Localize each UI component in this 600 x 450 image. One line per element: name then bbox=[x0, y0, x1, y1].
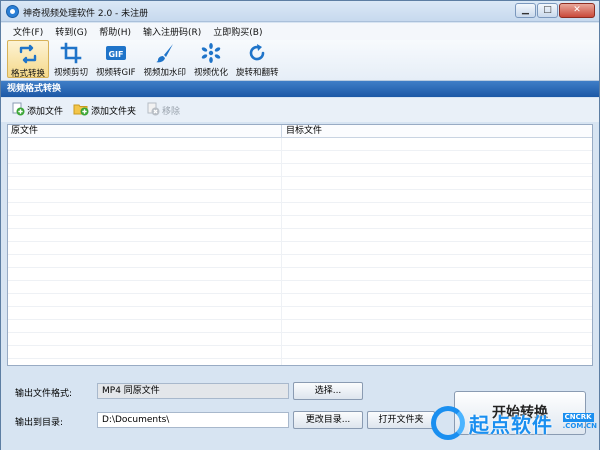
table-row bbox=[8, 359, 592, 365]
add-folder-icon bbox=[73, 102, 89, 119]
table-row bbox=[8, 190, 592, 203]
tool-video-to-gif[interactable]: GIF 视频转GIF bbox=[93, 40, 138, 78]
tool-label: 视频加水印 bbox=[143, 68, 187, 78]
file-actions-bar: 添加文件 添加文件夹 移除 bbox=[1, 98, 599, 122]
window-title: 神奇视频处理软件 2.0 - 未注册 bbox=[23, 9, 149, 19]
table-header: 原文件 目标文件 bbox=[8, 125, 592, 138]
table-row bbox=[8, 177, 592, 190]
app-logo-icon bbox=[6, 5, 19, 18]
close-button[interactable]: ✕ bbox=[559, 3, 595, 18]
tool-label: 视频剪切 bbox=[54, 68, 89, 78]
table-row bbox=[8, 151, 592, 164]
minimize-button[interactable]: ▁ bbox=[515, 3, 536, 18]
output-dir-input[interactable]: D:\Documents\ bbox=[97, 412, 289, 428]
output-dir-label: 输出到目录: bbox=[15, 418, 64, 428]
tool-video-crop[interactable]: 视频剪切 bbox=[51, 40, 91, 78]
tool-label: 视频优化 bbox=[194, 68, 229, 78]
table-row bbox=[8, 242, 592, 255]
table-body bbox=[8, 138, 592, 365]
window-controls: ▁ □ ✕ bbox=[515, 3, 595, 18]
table-row bbox=[8, 216, 592, 229]
tool-label: 格式转换 bbox=[11, 69, 46, 79]
title-bar[interactable]: 神奇视频处理软件 2.0 - 未注册 ▁ □ ✕ bbox=[1, 1, 599, 22]
site-watermark: 起点软件 CNCRK .COM.CN bbox=[431, 399, 599, 447]
menu-help[interactable]: 帮助(H) bbox=[93, 25, 137, 38]
tool-label: 旋转和翻转 bbox=[236, 68, 279, 78]
tool-video-optimize[interactable]: 视频优化 bbox=[191, 40, 231, 78]
tool-rotate-flip[interactable]: 旋转和翻转 bbox=[233, 40, 282, 78]
remove-button[interactable]: 移除 bbox=[146, 102, 180, 119]
gif-icon: GIF bbox=[105, 42, 127, 64]
output-format-label: 输出文件格式: bbox=[15, 389, 73, 399]
watermark-domain: .COM.CN bbox=[562, 422, 597, 430]
remove-label: 移除 bbox=[162, 106, 181, 117]
change-dir-button[interactable]: 更改目录... bbox=[293, 411, 363, 429]
watermark-logo-icon bbox=[431, 406, 465, 440]
table-row bbox=[8, 255, 592, 268]
svg-text:GIF: GIF bbox=[108, 50, 123, 59]
table-row bbox=[8, 346, 592, 359]
main-toolbar: 格式转换 视频剪切 GIF 视频转GIF 视频加水印 视频优化 旋转和翻转 bbox=[1, 40, 599, 81]
section-title: 视频格式转换 bbox=[1, 81, 599, 97]
add-folder-label: 添加文件夹 bbox=[91, 106, 137, 117]
column-target-file[interactable]: 目标文件 bbox=[282, 125, 592, 137]
add-file-icon bbox=[11, 102, 25, 119]
convert-icon bbox=[17, 43, 39, 65]
watermark-badge: CNCRK .COM.CN bbox=[562, 413, 597, 431]
table-row bbox=[8, 138, 592, 151]
table-row bbox=[8, 229, 592, 242]
watermark-tag: CNCRK bbox=[562, 413, 594, 422]
select-format-button[interactable]: 选择... bbox=[293, 382, 363, 400]
brush-icon bbox=[154, 42, 176, 64]
maximize-button[interactable]: □ bbox=[537, 3, 558, 18]
tool-add-watermark[interactable]: 视频加水印 bbox=[141, 40, 190, 78]
menu-file[interactable]: 文件(F) bbox=[7, 25, 49, 38]
tool-label: 视频转GIF bbox=[96, 68, 136, 78]
table-row bbox=[8, 294, 592, 307]
table-row bbox=[8, 268, 592, 281]
add-file-label: 添加文件 bbox=[27, 106, 64, 117]
watermark-text: 起点软件 bbox=[469, 412, 553, 437]
table-row bbox=[8, 320, 592, 333]
menu-buy[interactable]: 立即购买(B) bbox=[207, 25, 268, 38]
column-source-file[interactable]: 原文件 bbox=[8, 125, 282, 137]
file-table[interactable]: 原文件 目标文件 bbox=[7, 124, 593, 366]
table-row bbox=[8, 281, 592, 294]
menu-register[interactable]: 输入注册码(R) bbox=[137, 25, 207, 38]
table-row bbox=[8, 333, 592, 346]
remove-icon bbox=[146, 102, 160, 119]
crop-icon bbox=[60, 42, 82, 64]
output-format-field: MP4 同原文件 bbox=[97, 383, 289, 399]
app-window: 神奇视频处理软件 2.0 - 未注册 ▁ □ ✕ 文件(F) 转到(G) 帮助(… bbox=[0, 0, 600, 450]
menu-bar: 文件(F) 转到(G) 帮助(H) 输入注册码(R) 立即购买(B) bbox=[1, 23, 599, 40]
add-folder-button[interactable]: 添加文件夹 bbox=[73, 102, 136, 119]
add-file-button[interactable]: 添加文件 bbox=[11, 102, 63, 119]
menu-goto[interactable]: 转到(G) bbox=[49, 25, 93, 38]
tool-format-convert[interactable]: 格式转换 bbox=[7, 40, 50, 79]
rotate-icon bbox=[246, 42, 268, 64]
open-folder-button[interactable]: 打开文件夹 bbox=[367, 411, 435, 429]
table-row bbox=[8, 307, 592, 320]
table-row bbox=[8, 203, 592, 216]
optimize-icon bbox=[200, 42, 222, 64]
table-row bbox=[8, 164, 592, 177]
